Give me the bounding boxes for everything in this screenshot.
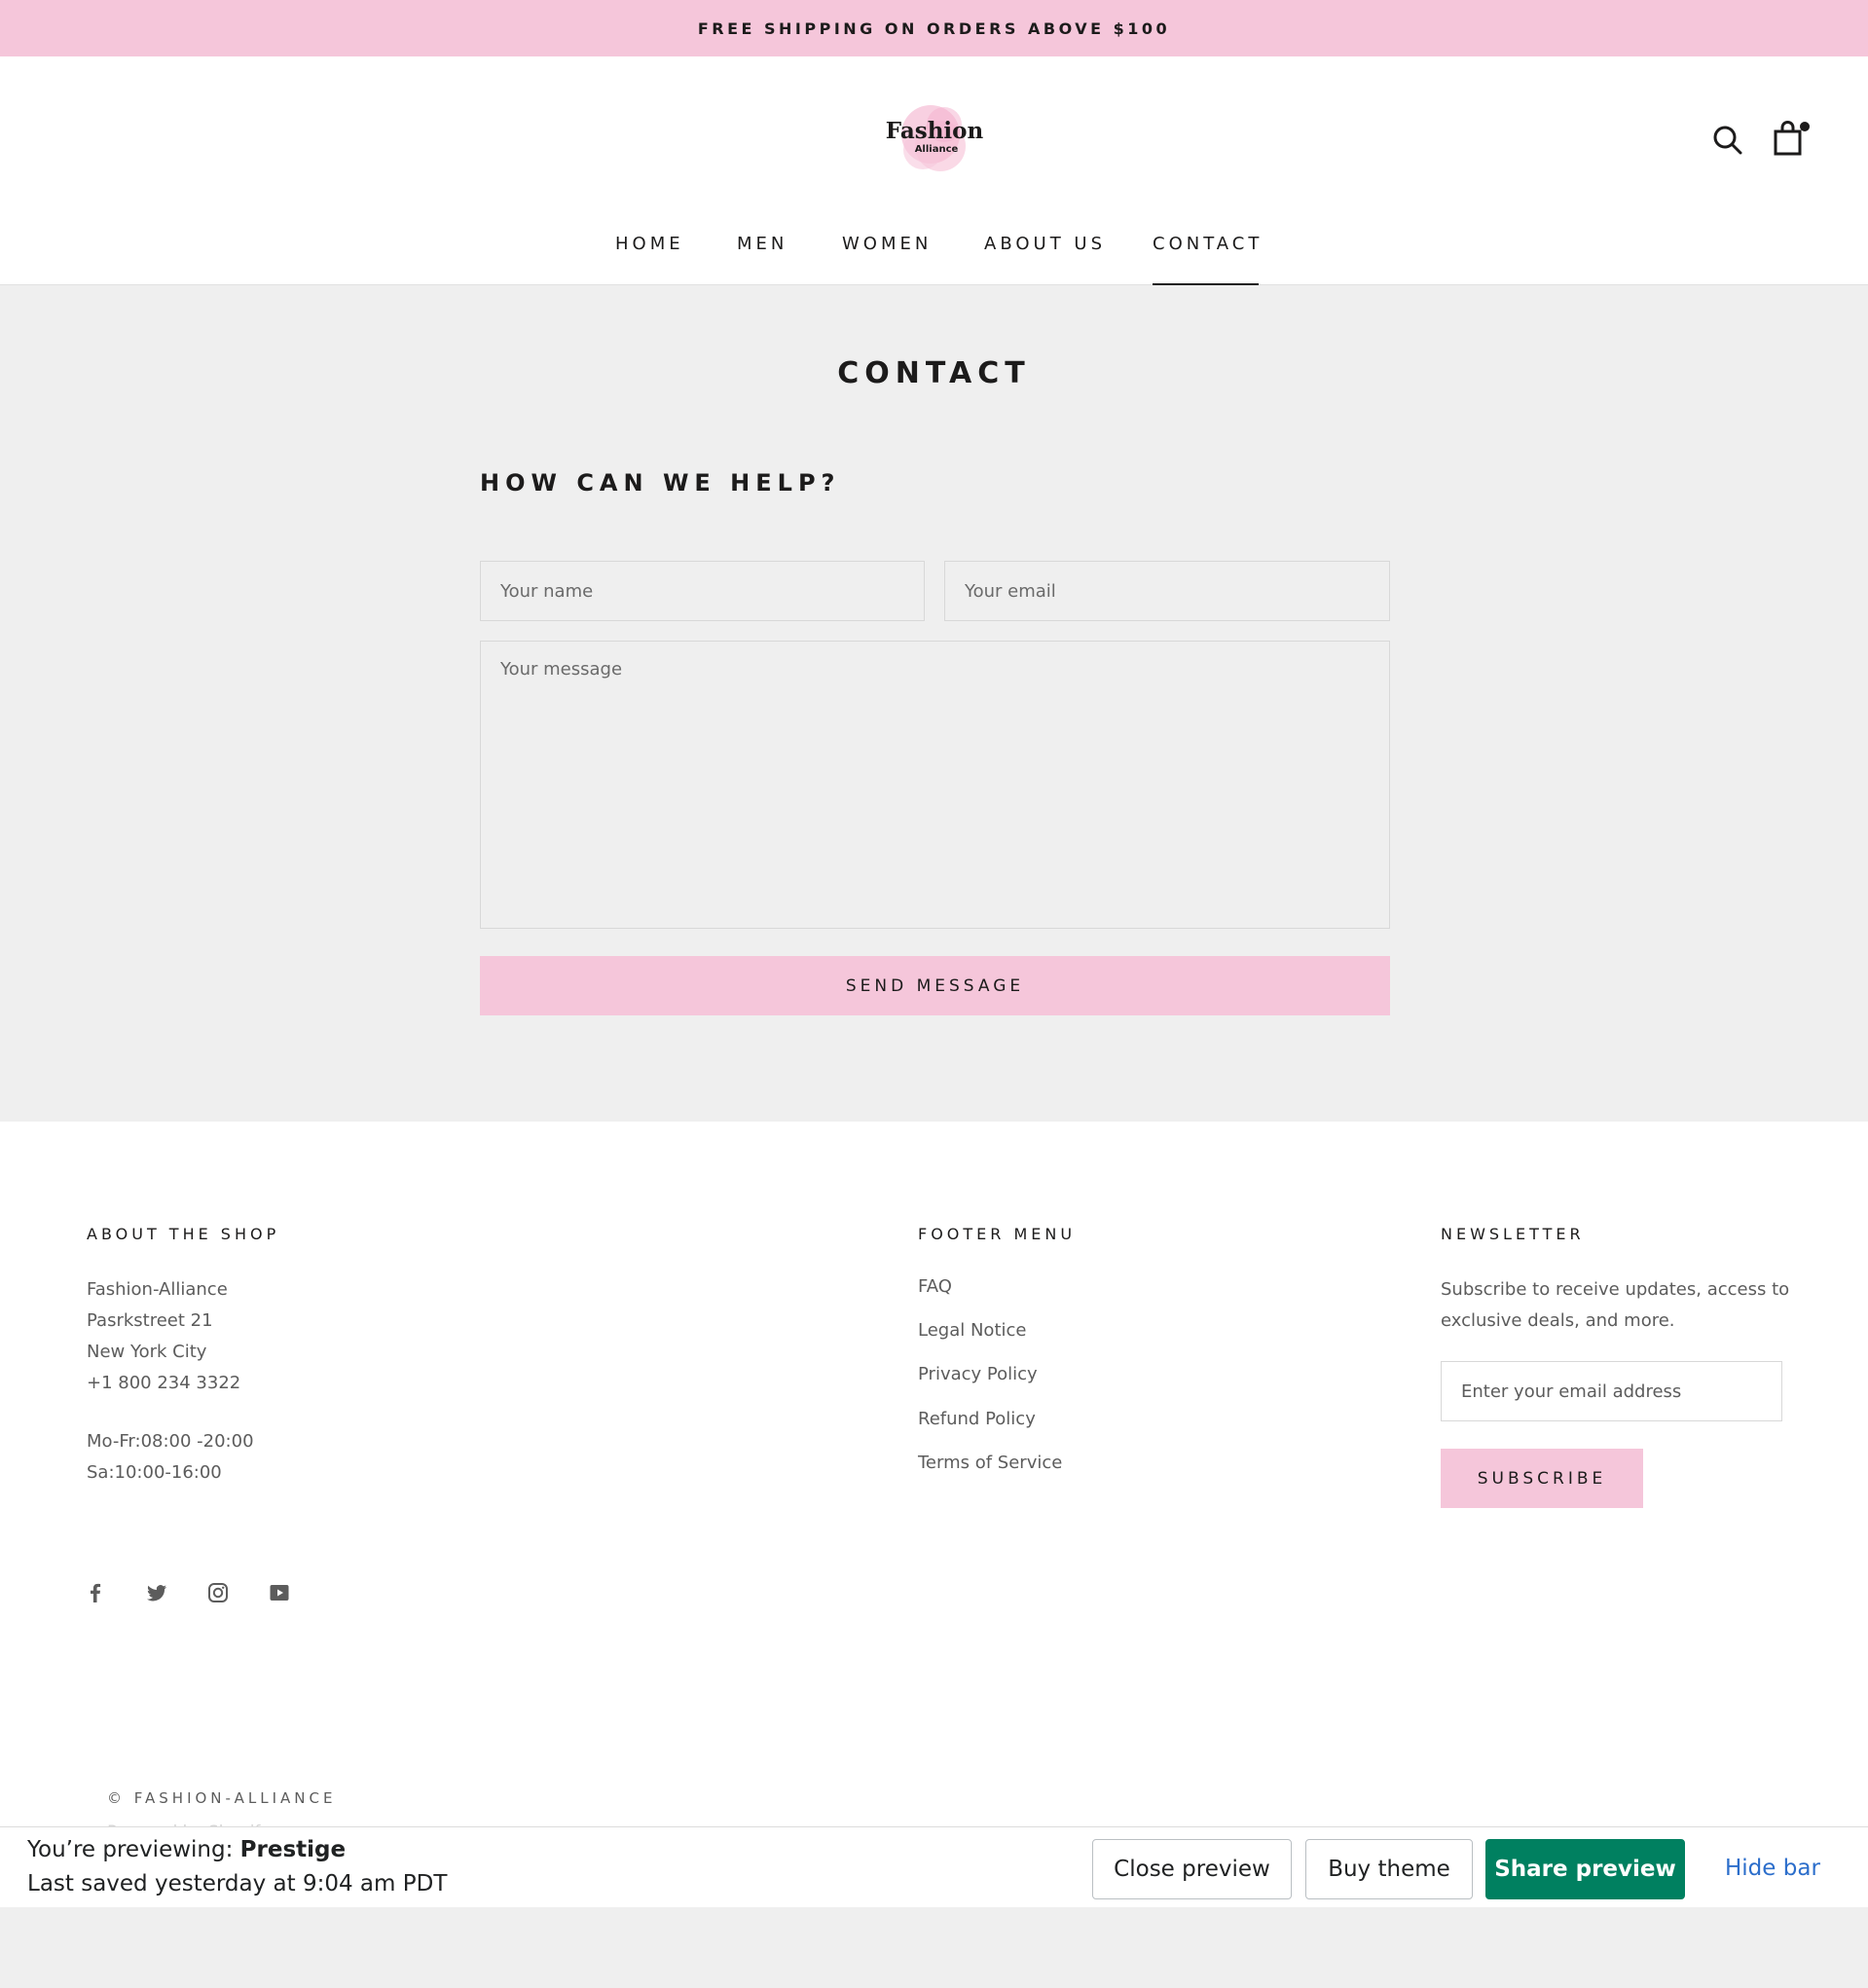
announcement-text: FREE SHIPPING ON ORDERS ABOVE $100 [697,18,1171,38]
announcement-bar: FREE SHIPPING ON ORDERS ABOVE $100 [0,0,1868,56]
footer-link-privacy-policy[interactable]: Privacy Policy [918,1364,1038,1384]
nav-men[interactable]: MEN [737,234,787,285]
phone-line: +1 800 234 3322 [87,1373,241,1393]
hide-bar-link[interactable]: Hide bar [1725,1856,1820,1881]
previewing-text: You’re previewing: Prestige [27,1837,346,1862]
about-address: Fashion-Alliance Pasrkstreet 21 New York… [87,1274,240,1399]
about-heading: ABOUT THE SHOP [87,1225,280,1243]
address-line: Fashion-Alliance [87,1279,228,1300]
footer-link-terms-of-service[interactable]: Terms of Service [918,1453,1062,1473]
section-title: HOW CAN WE HELP? [480,469,841,497]
address-line: New York City [87,1342,207,1362]
facebook-icon[interactable] [85,1582,106,1603]
hours-line: Mo-Fr:08:00 -20:00 [87,1431,254,1452]
nav-women[interactable]: WOMEN [842,234,932,285]
newsletter-description-line: exclusive deals, and more. [1441,1310,1675,1331]
subscribe-button[interactable]: SUBSCRIBE [1441,1449,1643,1508]
last-saved-text: Last saved yesterday at 9:04 am PDT [27,1871,448,1896]
copyright: © FASHION-ALLIANCE [107,1789,337,1807]
site-header: Fashion Alliance HOME MEN WOMEN ABOUT US… [0,56,1868,285]
buy-theme-button[interactable]: Buy theme [1305,1839,1473,1899]
instagram-icon[interactable] [207,1582,229,1603]
previewing-prefix: You’re previewing: [27,1837,240,1862]
newsletter-description: Subscribe to receive updates, access to … [1441,1274,1789,1337]
logo-title: Fashion [886,118,984,144]
preview-bar: You’re previewing: Prestige Last saved y… [0,1826,1868,1907]
opening-hours: Mo-Fr:08:00 -20:00 Sa:10:00-16:00 [87,1426,254,1489]
close-preview-button[interactable]: Close preview [1092,1839,1292,1899]
main-nav: HOME MEN WOMEN ABOUT US CONTACT [0,234,1868,285]
cart-icon[interactable] [1774,121,1811,156]
footer-link-legal-notice[interactable]: Legal Notice [918,1320,1026,1341]
send-message-button[interactable]: SEND MESSAGE [480,956,1390,1015]
page-title: CONTACT [837,356,1031,390]
nav-about-us[interactable]: ABOUT US [984,234,1106,285]
nav-home[interactable]: HOME [615,234,684,285]
logo-subtitle: Alliance [915,144,959,155]
address-line: Pasrkstreet 21 [87,1310,213,1331]
newsletter-heading: NEWSLETTER [1441,1225,1585,1243]
twitter-icon[interactable] [146,1582,167,1603]
newsletter-description-line: Subscribe to receive updates, access to [1441,1279,1790,1300]
footer-link-faq[interactable]: FAQ [918,1276,952,1297]
youtube-icon[interactable] [269,1582,290,1603]
share-preview-button[interactable]: Share preview [1485,1839,1685,1899]
name-field[interactable] [480,561,925,621]
nav-contact[interactable]: CONTACT [1153,234,1263,285]
message-field[interactable] [480,641,1390,929]
newsletter-email-input[interactable] [1441,1361,1782,1421]
footer-link-refund-policy[interactable]: Refund Policy [918,1409,1036,1429]
email-field[interactable] [944,561,1390,621]
theme-name: Prestige [239,1837,347,1862]
search-icon[interactable] [1712,125,1743,156]
footer-menu-heading: FOOTER MENU [918,1225,1077,1243]
cart-dot-icon [1800,122,1810,131]
hours-line: Sa:10:00-16:00 [87,1462,222,1483]
logo[interactable]: Fashion Alliance [884,90,985,191]
